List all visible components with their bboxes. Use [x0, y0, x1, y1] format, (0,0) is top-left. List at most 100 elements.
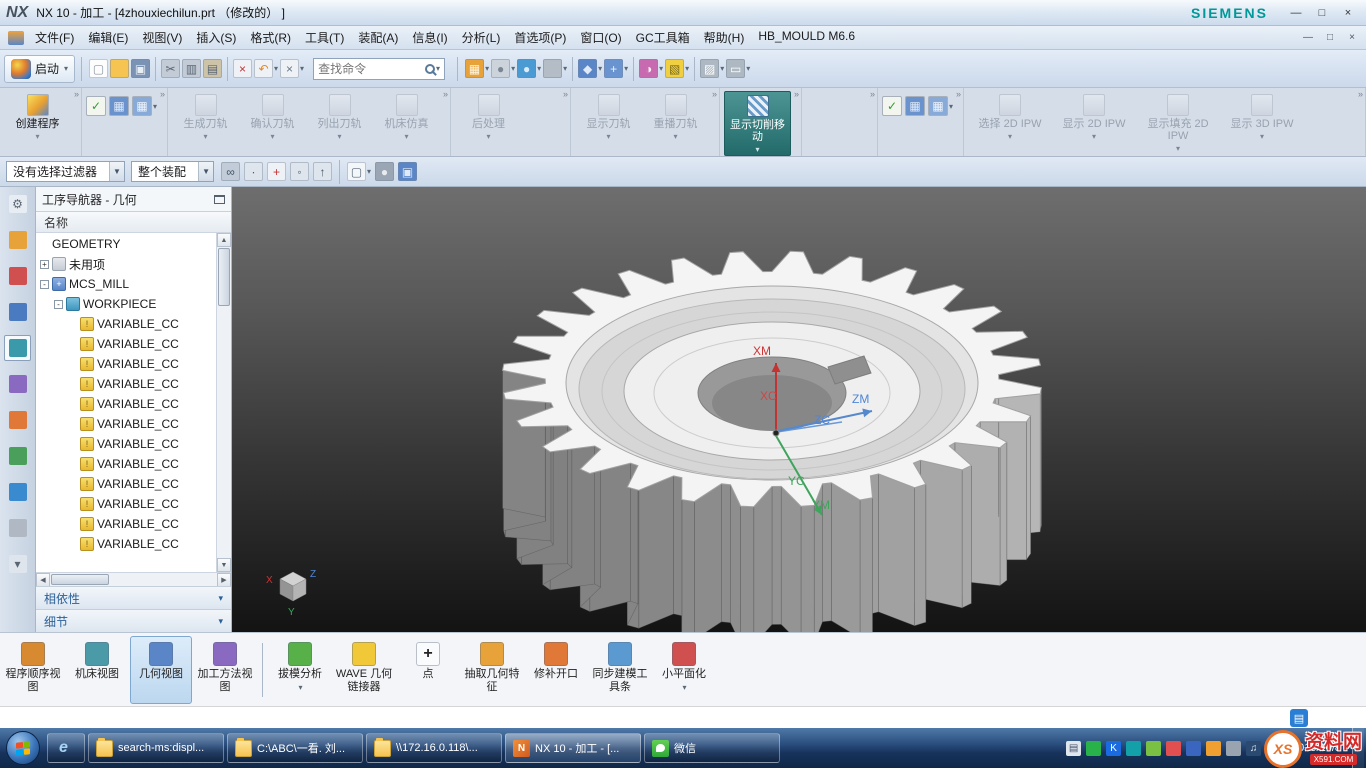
menu-item[interactable]: 分析(L) [455, 25, 508, 50]
snap-plus-button[interactable]: + [266, 161, 287, 182]
verify-toolpath-button[interactable]: 确认刀轨 ▾ [239, 91, 306, 142]
tree-row[interactable]: ! VARIABLE_CC [36, 314, 216, 334]
dependencies-section-button[interactable]: 相依性 ▾ [36, 586, 231, 609]
show-filled-2d-ipw-button[interactable]: 显示填充 2D IPW ▾ [1136, 91, 1220, 154]
operation-navigator-button[interactable] [4, 335, 31, 361]
menu-item[interactable]: 插入(S) [189, 25, 243, 50]
menu-item[interactable]: 首选项(P) [507, 25, 573, 50]
tree-row[interactable]: ! VARIABLE_CC [36, 494, 216, 514]
tree-row[interactable]: ! VARIABLE_CC [36, 354, 216, 374]
tray-green-app-icon[interactable] [1086, 741, 1101, 756]
replay-toolpath-button[interactable]: 重播刀轨 ▾ [642, 91, 709, 142]
tree-row[interactable]: ! VARIABLE_CC [36, 534, 216, 554]
constraint-navigator-button[interactable] [4, 263, 31, 289]
menu-item[interactable]: 窗口(O) [573, 25, 628, 50]
tray-teal-app-icon[interactable] [1126, 741, 1141, 756]
child-window-control-button[interactable]: — [1298, 30, 1318, 46]
folder-button[interactable]: \\172.16.0.118\... [366, 733, 502, 763]
scroll-track[interactable] [110, 573, 217, 586]
patch-opening-button[interactable]: 修补开口 [525, 636, 587, 704]
graphics-window[interactable]: XMXCZMZCYCYMXYZ [232, 187, 1366, 632]
start-app-button[interactable]: 启动 ▾ [4, 55, 75, 83]
cancel-button[interactable]: × ▾ [279, 58, 305, 79]
tray-k-app-icon[interactable]: K [1106, 741, 1121, 756]
group-overflow[interactable]: » [712, 89, 717, 99]
command-finder[interactable]: ▾ [313, 58, 445, 80]
menu-item[interactable]: HB_MOULD M6.6 [751, 25, 862, 50]
save-button[interactable]: ▣ [130, 58, 151, 79]
list-toolpath-button[interactable]: 列出刀轨 ▾ [306, 91, 373, 142]
edit-section-button[interactable]: ▧ ▾ [664, 58, 690, 79]
rectangle-select-button[interactable]: ▢ ▾ [346, 161, 372, 182]
scroll-right-icon[interactable]: ▶ [217, 573, 231, 587]
show-toolpath-button[interactable]: 显示刀轨 ▾ [575, 91, 642, 142]
menu-item[interactable]: GC工具箱 [629, 25, 697, 50]
undo-button[interactable]: ↶ ▾ [253, 58, 279, 79]
tree-expander[interactable]: + [40, 260, 49, 269]
part-navigator-button[interactable] [4, 299, 31, 325]
copy-button[interactable]: ▥ [181, 58, 202, 79]
verify-ok-button[interactable]: ✓ [882, 96, 902, 116]
web-browser-button[interactable] [4, 479, 31, 505]
group-overflow[interactable]: » [956, 89, 961, 99]
paste-button[interactable]: ▤ [202, 58, 223, 79]
synchronous-modeling-button[interactable]: 同步建模工具条 [589, 636, 651, 704]
tree-row[interactable]: ! VARIABLE_CC [36, 374, 216, 394]
background-style-button[interactable]: ▾ [542, 58, 568, 79]
tray-orange-app-icon[interactable] [1206, 741, 1221, 756]
show-3d-ipw-button[interactable]: 显示 3D IPW ▾ [1220, 91, 1304, 142]
render-style-button[interactable]: ◑ ▾ [638, 58, 664, 79]
search-input[interactable] [318, 62, 425, 76]
create-program-button[interactable]: 创建程序 ▾ [4, 91, 71, 142]
volume-icon[interactable]: ♫ [1246, 741, 1261, 756]
navigator-column-header[interactable]: 名称 [36, 212, 231, 233]
true-shading-button[interactable]: ● ▾ [516, 58, 542, 79]
group-overflow[interactable]: » [74, 89, 79, 99]
child-window-control-button[interactable]: × [1342, 30, 1362, 46]
tray-update-icon[interactable] [1226, 741, 1241, 756]
snap-circle-button[interactable]: ◦ [289, 161, 310, 182]
geometry-view-button[interactable]: 几何视图 [130, 636, 192, 704]
snap-arrow-button[interactable]: ↑ [312, 161, 333, 182]
select-2d-ipw-button[interactable]: 选择 2D IPW ▾ [968, 91, 1052, 142]
settings-gear-button[interactable]: ⚙ [4, 191, 31, 217]
menu-item[interactable]: 文件(F) [28, 25, 81, 50]
child-window-control-button[interactable]: □ [1320, 30, 1340, 46]
tree-row[interactable]: ! VARIABLE_CC [36, 514, 216, 534]
scroll-down-icon[interactable]: ▼ [217, 558, 231, 572]
selection-scope-dropdown[interactable]: 整个装配 ▼ [131, 161, 214, 182]
chevron-down-icon[interactable]: ▼ [198, 162, 213, 181]
group-overflow[interactable]: » [160, 89, 165, 99]
folder-button[interactable]: search-ms:displ... [88, 733, 224, 763]
measure-distance-button[interactable]: ▭ ▾ [725, 58, 751, 79]
title-bar[interactable]: NX NX 10 - 加工 - [4zhouxiechilun.prt （修改的… [0, 0, 1366, 26]
tree-row[interactable]: - WORKPIECE [36, 294, 216, 314]
history-palette-button[interactable] [4, 515, 31, 541]
menu-item[interactable]: 工具(T) [298, 25, 351, 50]
ime-overlay-icon[interactable]: ▤ [1290, 709, 1308, 727]
facet-body-button[interactable]: 小平面化 ▾ [653, 636, 715, 704]
shaded-ball-button[interactable]: ● [374, 161, 395, 182]
shaded-display-button[interactable]: ● ▾ [490, 58, 516, 79]
new-file-button[interactable]: ▢ [88, 58, 109, 79]
template-studio-button[interactable] [4, 407, 31, 433]
tree-expander[interactable]: - [40, 280, 49, 289]
window-control-button[interactable]: — [1284, 4, 1308, 22]
verify-ok-button[interactable]: ✓ [86, 96, 106, 116]
tree-expander[interactable]: - [54, 300, 63, 309]
workpiece-a-button[interactable]: ▦ [905, 96, 925, 116]
strip-chevron-button[interactable]: ▾ [4, 551, 31, 577]
toolpath-list-button[interactable]: ▦ [109, 96, 129, 116]
keyboard-icon[interactable]: ▤ [1066, 741, 1081, 756]
scroll-thumb[interactable] [51, 574, 109, 585]
cut-button[interactable]: ✂ [160, 58, 181, 79]
reuse-library-button[interactable] [4, 443, 31, 469]
wcs-orient-button[interactable]: + ▾ [603, 58, 629, 79]
move-object-button[interactable]: ◆ ▾ [577, 58, 603, 79]
show-cutting-moves-button[interactable]: 显示切削移动 ▾ [724, 91, 791, 156]
machining-method-view-button[interactable]: 加工方法视图 [194, 636, 256, 704]
group-overflow[interactable]: » [563, 89, 568, 99]
tree-row[interactable]: ! VARIABLE_CC [36, 474, 216, 494]
assembly-cube-button[interactable]: ▣ [397, 161, 418, 182]
show-2d-ipw-button[interactable]: 显示 2D IPW ▾ [1052, 91, 1136, 142]
